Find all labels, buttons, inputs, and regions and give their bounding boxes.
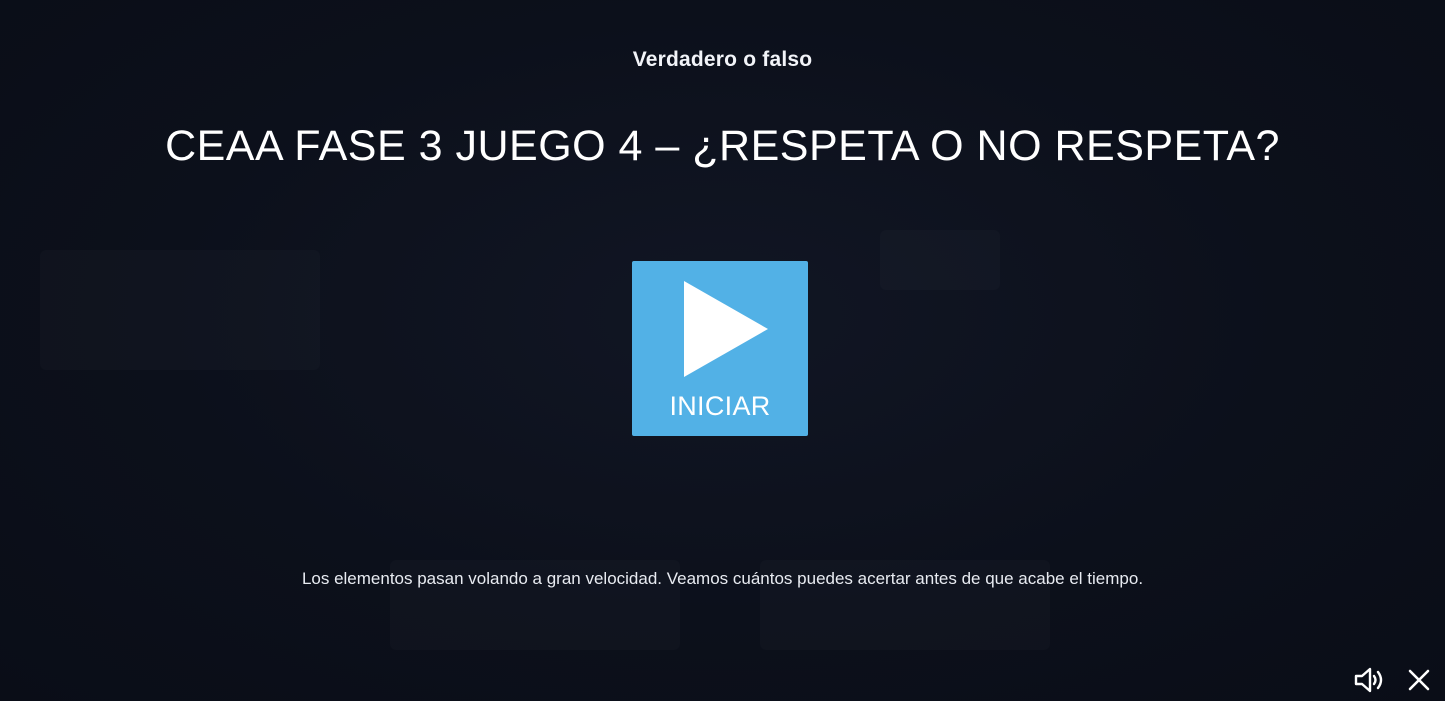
- start-button-label: INICIAR: [669, 391, 771, 421]
- background-silhouette: [880, 230, 1000, 290]
- background-silhouette: [40, 250, 320, 370]
- play-icon: [684, 281, 768, 377]
- close-icon[interactable]: [1403, 664, 1435, 696]
- speaker-volume-icon[interactable]: [1353, 664, 1385, 696]
- game-title: CEAA FASE 3 JUEGO 4 – ¿RESPETA O NO RESP…: [165, 122, 1280, 170]
- player-controls: [1353, 664, 1435, 696]
- game-start-screen: Verdadero o falso CEAA FASE 3 JUEGO 4 – …: [0, 0, 1445, 701]
- game-description: Los elementos pasan volando a gran veloc…: [301, 569, 1144, 588]
- start-button[interactable]: INICIAR: [632, 261, 808, 436]
- game-type-label: Verdadero o falso: [632, 48, 813, 71]
